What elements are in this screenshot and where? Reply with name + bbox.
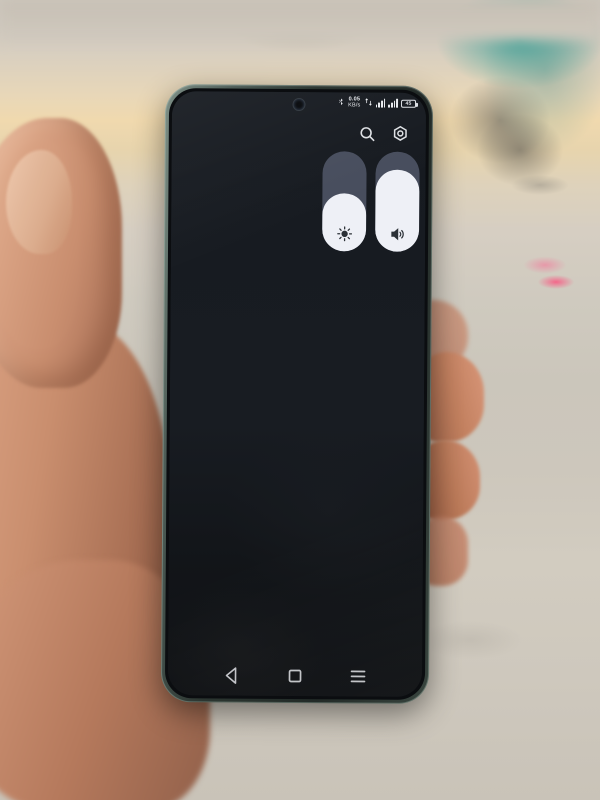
brightness-slider-fill <box>321 193 367 252</box>
signal-bars-icon <box>375 98 386 108</box>
home-square-icon[interactable] <box>283 664 307 688</box>
search-icon[interactable] <box>358 124 377 143</box>
mobile-data-icon <box>363 97 372 108</box>
phone-device: 0.05KB/s 45 3:41 Tue, 7 Jan <box>160 84 434 704</box>
network-speed-indicator: 0.05 KB/s <box>348 96 361 108</box>
brightness-slider[interactable] <box>321 151 367 252</box>
navigation-bar <box>168 663 422 689</box>
hand-thumb <box>0 118 122 388</box>
signal-bars-icon-2 <box>388 98 399 108</box>
brightness-icon <box>322 225 366 242</box>
back-triangle-icon[interactable] <box>220 663 244 687</box>
volume-icon <box>375 226 419 243</box>
volume-slider[interactable] <box>374 151 420 252</box>
front-camera-punch-hole <box>293 98 305 111</box>
hand-thumbnail <box>6 150 72 254</box>
background-top-band <box>0 0 600 40</box>
phone-screen[interactable]: 0.05KB/s 45 3:41 Tue, 7 Jan <box>167 91 427 697</box>
menu-lines-icon[interactable] <box>346 664 370 688</box>
gear-icon[interactable] <box>391 125 410 144</box>
bluetooth-icon <box>337 97 345 108</box>
status-bar: 0.05 KB/s 45 <box>172 91 426 119</box>
status-bar-icons: 0.05 KB/s 45 <box>337 96 417 109</box>
battery-icon: 45 <box>401 99 417 108</box>
phone-bezel: 0.05KB/s 45 3:41 Tue, 7 Jan <box>164 88 430 700</box>
